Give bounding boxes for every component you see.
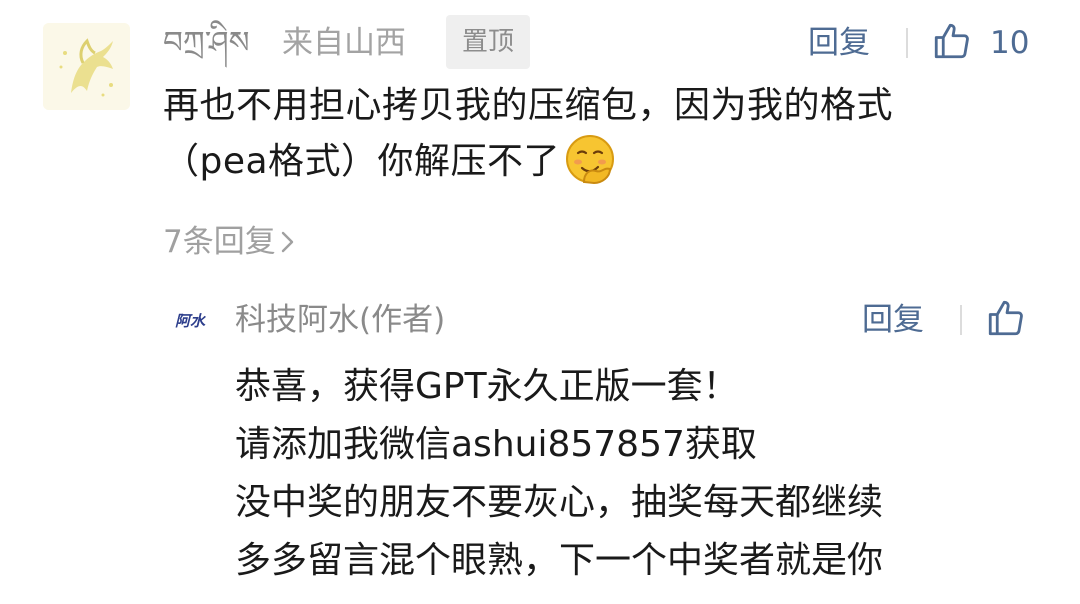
- reply-body: 恭喜，获得GPT永久正版一套！ 请添加我微信ashui857857获取 没中奖的…: [235, 358, 1045, 590]
- like-button[interactable]: [985, 297, 1027, 339]
- pinned-badge: 置顶: [446, 15, 530, 69]
- reply-count-label: 7条回复: [163, 224, 276, 260]
- divider: [960, 305, 962, 335]
- reply-text-line: 多多留言混个眼熟，下一个中奖者就是你: [235, 540, 884, 581]
- thumbs-up-icon: [988, 300, 1023, 336]
- reply-button[interactable]: 回复: [808, 23, 870, 63]
- comment-text-line: （pea格式）你解压不了: [163, 133, 1043, 189]
- divider: [906, 28, 908, 58]
- reply-text-line: 没中奖的朋友不要灰心，抽奖每天都继续: [235, 482, 884, 523]
- thumbs-up-icon: [934, 23, 969, 59]
- like-count: 10: [990, 25, 1030, 61]
- shy-face-emoji-icon: [566, 135, 615, 185]
- reply-text-line: 请添加我微信ashui857857获取: [235, 424, 757, 465]
- reply-text-line: 恭喜，获得GPT永久正版一套！: [235, 366, 739, 407]
- comment-username[interactable]: བཀྲ་ཤིས: [163, 23, 250, 63]
- reply-username[interactable]: 科技阿水(作者): [235, 300, 445, 340]
- avatar[interactable]: [43, 23, 130, 110]
- like-button[interactable]: [931, 20, 973, 62]
- view-replies-link[interactable]: 7条回复: [163, 220, 298, 264]
- comment-body: 再也不用担心拷贝我的压缩包，因为我的格式 （pea格式）你解压不了: [163, 78, 1043, 189]
- comment-text-line: 再也不用担心拷贝我的压缩包，因为我的格式: [163, 85, 894, 126]
- chevron-right-icon: [281, 231, 293, 253]
- horse-logo-icon: [43, 23, 130, 110]
- reply-button[interactable]: 回复: [862, 300, 924, 340]
- comment-location: 来自山西: [282, 25, 406, 61]
- author-avatar[interactable]: 阿水: [170, 310, 210, 332]
